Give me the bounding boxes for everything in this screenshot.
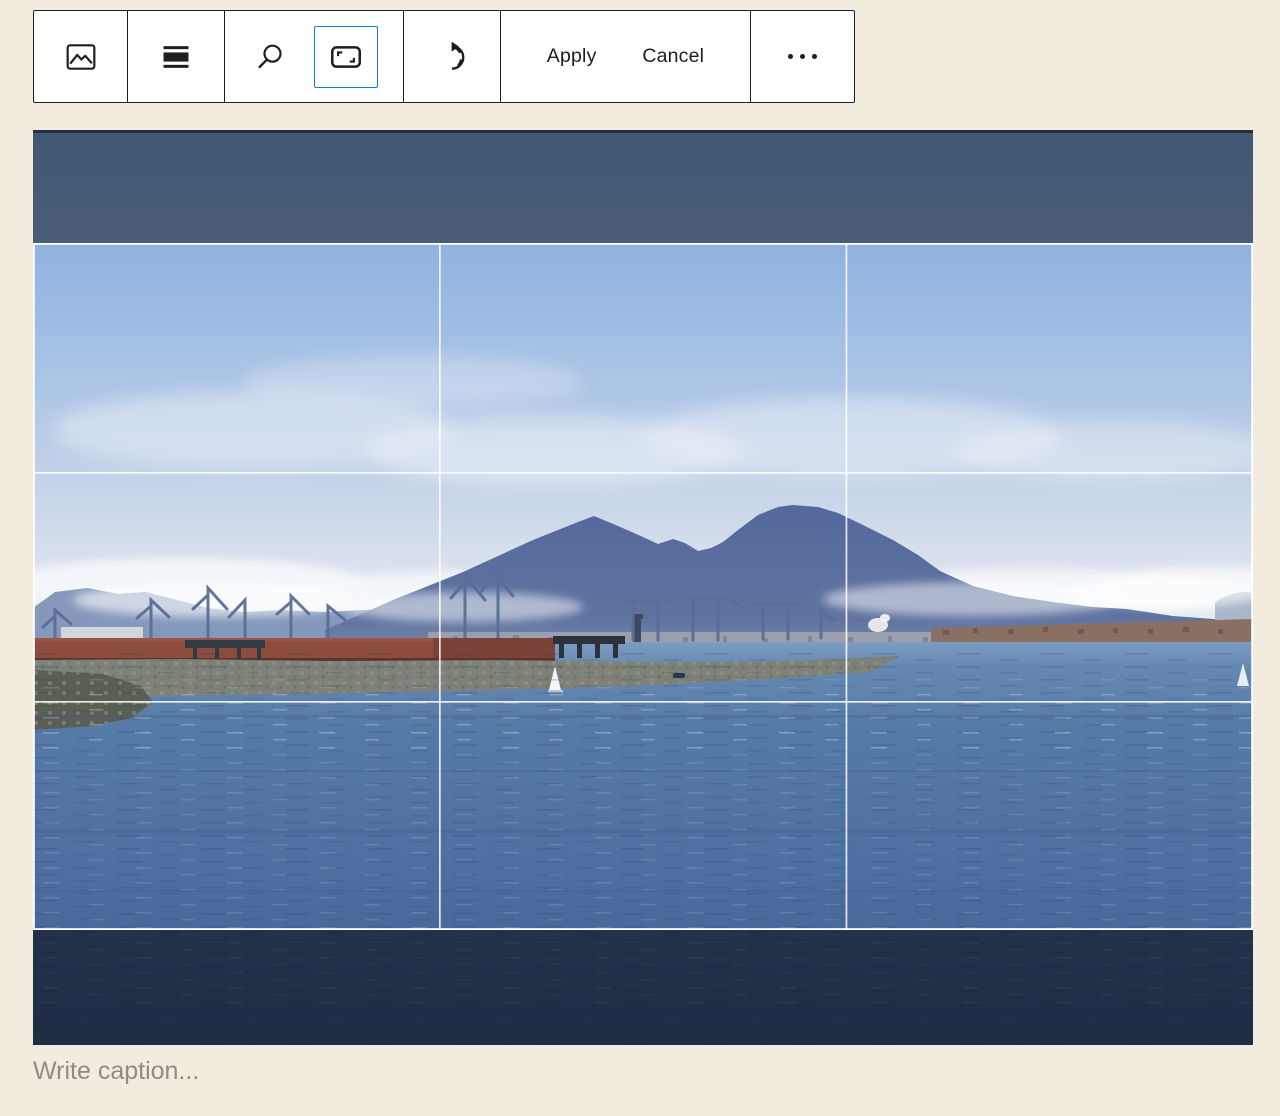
aspect-ratio-button[interactable]: [314, 26, 378, 88]
cancel-button[interactable]: Cancel: [642, 45, 704, 68]
image-block-type-button[interactable]: [61, 37, 101, 77]
align-none-icon: [156, 37, 196, 77]
more-options-button[interactable]: [788, 54, 817, 59]
image-icon: [61, 37, 101, 77]
apply-button[interactable]: Apply: [547, 45, 597, 68]
aspect-ratio-icon: [326, 37, 366, 77]
block-toolbar: Apply Cancel: [33, 10, 855, 103]
image-crop-canvas[interactable]: [33, 130, 1253, 1045]
caption-input[interactable]: Write caption...: [33, 1057, 199, 1086]
rotate-icon: [432, 37, 472, 77]
rotate-button[interactable]: [432, 37, 472, 77]
zoom-icon: [250, 37, 290, 77]
photo-scene: [33, 130, 1253, 1045]
alignment-button[interactable]: [156, 37, 196, 77]
more-options-icon: [788, 54, 817, 59]
zoom-button[interactable]: [250, 37, 290, 77]
